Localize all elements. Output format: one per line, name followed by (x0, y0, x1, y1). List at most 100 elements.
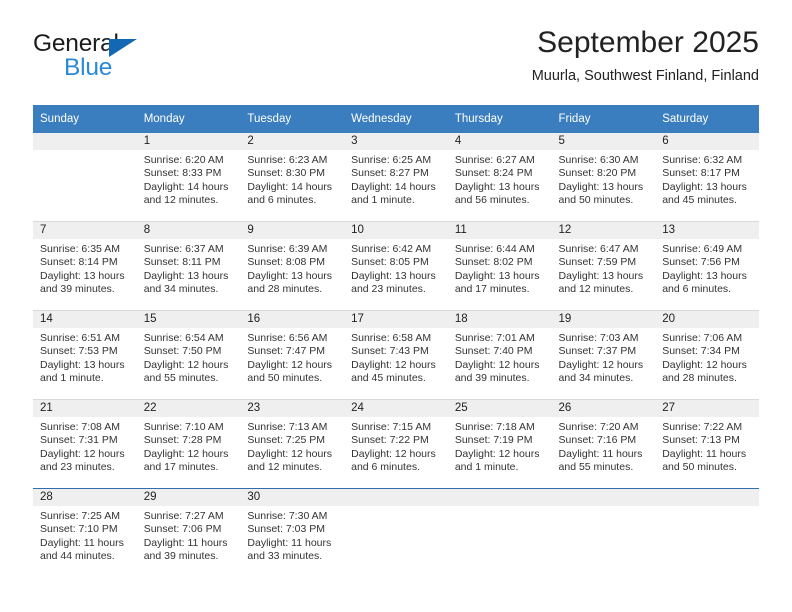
calendar-day-cell[interactable]: 30 Sunrise: 7:30 AM Sunset: 7:03 PM Dayligh… (240, 488, 345, 577)
calendar-day-cell[interactable]: 28 Sunrise: 7:25 AM Sunset: 7:10 PM Dayligh… (33, 488, 137, 577)
calendar-day-cell[interactable]: 23 Sunrise: 7:13 AM Sunset: 7:25 PM Dayligh… (240, 399, 345, 489)
calendar-day-cell[interactable]: 7 Sunrise: 6:35 AM Sunset: 8:14 PM Daylight… (33, 221, 137, 311)
calendar-day-cell[interactable]: 25 Sunrise: 7:18 AM Sunset: 7:19 PM Dayligh… (447, 399, 552, 489)
sunset-text: Sunset: 7:59 PM (558, 256, 637, 269)
day-cell-inner: 20 Sunrise: 7:06 AM Sunset: 7:34 PM Dayligh… (655, 311, 759, 399)
calendar-day-cell[interactable]: 15 Sunrise: 6:54 AM Sunset: 7:50 PM Dayligh… (136, 310, 241, 400)
calendar-day-cell[interactable]: 27 Sunrise: 7:22 AM Sunset: 7:13 PM Dayligh… (655, 399, 759, 489)
sunset-text: Sunset: 7:13 PM (662, 434, 740, 447)
day-number: 8 (136, 222, 241, 239)
daylight-text-line2: and 39 minutes. (40, 283, 115, 296)
sunrise-text: Sunrise: 6:25 AM (351, 154, 432, 166)
calendar-day-cell[interactable]: 26 Sunrise: 7:20 AM Sunset: 7:16 PM Dayligh… (551, 399, 656, 489)
day-cell-inner: 30 Sunrise: 7:30 AM Sunset: 7:03 PM Dayligh… (240, 489, 345, 577)
daylight-text-line2: and 28 minutes. (247, 283, 323, 296)
daylight-text-line1: Daylight: 12 hours (454, 447, 540, 460)
day-cell-inner (551, 489, 656, 577)
daylight-text-line1: Daylight: 12 hours (40, 447, 125, 460)
sunset-text: Sunset: 7:56 PM (662, 256, 740, 269)
calendar-day-cell[interactable]: 9 Sunrise: 6:39 AM Sunset: 8:08 PM Daylight… (240, 221, 345, 311)
day-details: Sunrise: 6:44 AM Sunset: 8:02 PM Daylight:… (448, 239, 552, 297)
day-details: Sunrise: 6:35 AM Sunset: 8:14 PM Daylight:… (33, 239, 137, 297)
day-cell-inner: 4 Sunrise: 6:27 AM Sunset: 8:24 PM Daylight… (447, 133, 552, 221)
day-details: Sunrise: 6:58 AM Sunset: 7:43 PM Daylight:… (344, 328, 448, 386)
calendar-day-cell[interactable]: 17 Sunrise: 6:58 AM Sunset: 7:43 PM Dayligh… (344, 310, 448, 400)
day-cell-inner: 6 Sunrise: 6:32 AM Sunset: 8:17 PM Daylight… (655, 133, 759, 221)
calendar-day-cell[interactable]: 19 Sunrise: 7:03 AM Sunset: 7:37 PM Dayligh… (551, 310, 656, 400)
sunrise-text: Sunrise: 7:27 AM (143, 510, 224, 522)
daylight-text-line2: and 44 minutes. (40, 550, 115, 563)
sunrise-text: Sunrise: 6:44 AM (454, 243, 535, 255)
day-details: Sunrise: 6:20 AM Sunset: 8:33 PM Daylight:… (137, 150, 241, 208)
daylight-text-line1: Daylight: 13 hours (454, 269, 540, 282)
calendar-day-cell[interactable]: 11 Sunrise: 6:44 AM Sunset: 8:02 PM Dayligh… (447, 221, 552, 311)
daylight-text-line2: and 34 minutes. (558, 372, 634, 385)
calendar-day-cell[interactable]: 1 Sunrise: 6:20 AM Sunset: 8:33 PM Daylight… (136, 133, 241, 222)
calendar-day-cell[interactable]: 16 Sunrise: 6:56 AM Sunset: 7:47 PM Dayligh… (240, 310, 345, 400)
sunrise-text: Sunrise: 6:37 AM (143, 243, 224, 255)
day-cell-inner (344, 489, 448, 577)
calendar-day-cell[interactable]: 2 Sunrise: 6:23 AM Sunset: 8:30 PM Daylight… (240, 133, 345, 222)
daylight-text-line1: Daylight: 12 hours (247, 447, 333, 460)
day-number: 9 (240, 222, 345, 239)
calendar-day-cell[interactable]: 12 Sunrise: 6:47 AM Sunset: 7:59 PM Dayligh… (551, 221, 656, 311)
sunset-text: Sunset: 7:47 PM (247, 345, 326, 358)
sunrise-text: Sunrise: 6:42 AM (351, 243, 432, 255)
weekday-header-sunday: Sunday (33, 105, 137, 133)
calendar-day-cell (344, 488, 448, 577)
day-number: 1 (136, 133, 241, 150)
daylight-text-line1: Daylight: 13 hours (662, 269, 747, 282)
day-details: Sunrise: 7:10 AM Sunset: 7:28 PM Daylight:… (137, 417, 241, 475)
day-cell-inner: 9 Sunrise: 6:39 AM Sunset: 8:08 PM Daylight… (240, 222, 345, 310)
daylight-text-line1: Daylight: 12 hours (143, 358, 229, 371)
calendar-day-cell[interactable]: 4 Sunrise: 6:27 AM Sunset: 8:24 PM Daylight… (447, 133, 552, 222)
day-number: 22 (136, 400, 241, 417)
sunrise-text: Sunrise: 6:51 AM (40, 332, 120, 344)
sunrise-text: Sunrise: 6:20 AM (143, 154, 224, 166)
calendar-day-cell[interactable]: 20 Sunrise: 7:06 AM Sunset: 7:34 PM Dayligh… (655, 310, 759, 400)
page-header: General Blue September 2025 Muurla, Sout… (33, 26, 759, 98)
day-details: Sunrise: 7:27 AM Sunset: 7:06 PM Daylight:… (137, 506, 241, 564)
daylight-text-line1: Daylight: 12 hours (143, 447, 229, 460)
calendar-day-cell[interactable]: 8 Sunrise: 6:37 AM Sunset: 8:11 PM Daylight… (136, 221, 241, 311)
daylight-text-line1: Daylight: 13 hours (662, 180, 747, 193)
day-cell-inner: 26 Sunrise: 7:20 AM Sunset: 7:16 PM Dayligh… (551, 400, 656, 488)
sunrise-text: Sunrise: 6:30 AM (558, 154, 639, 166)
day-details: Sunrise: 7:06 AM Sunset: 7:34 PM Daylight:… (655, 328, 759, 386)
daylight-text-line2: and 39 minutes. (454, 372, 530, 385)
calendar-day-cell[interactable]: 10 Sunrise: 6:42 AM Sunset: 8:05 PM Dayligh… (344, 221, 448, 311)
sunset-text: Sunset: 8:11 PM (143, 256, 221, 269)
calendar-day-cell[interactable]: 14 Sunrise: 6:51 AM Sunset: 7:53 PM Dayligh… (33, 310, 137, 400)
day-number: 20 (655, 311, 759, 328)
calendar-day-cell[interactable]: 6 Sunrise: 6:32 AM Sunset: 8:17 PM Daylight… (655, 133, 759, 222)
general-blue-logo[interactable]: General Blue (33, 31, 253, 92)
calendar-day-cell[interactable]: 3 Sunrise: 6:25 AM Sunset: 8:27 PM Daylight… (344, 133, 448, 222)
calendar-day-cell[interactable]: 5 Sunrise: 6:30 AM Sunset: 8:20 PM Daylight… (551, 133, 656, 222)
daylight-text-line1: Daylight: 13 hours (143, 269, 229, 282)
day-cell-inner: 1 Sunrise: 6:20 AM Sunset: 8:33 PM Daylight… (136, 133, 241, 221)
calendar-day-cell[interactable]: 22 Sunrise: 7:10 AM Sunset: 7:28 PM Dayligh… (136, 399, 241, 489)
calendar-day-cell[interactable]: 21 Sunrise: 7:08 AM Sunset: 7:31 PM Dayligh… (33, 399, 137, 489)
page-subtitle: Muurla, Southwest Finland, Finland (531, 68, 759, 84)
calendar-header-row: Sunday Monday Tuesday Wednesday Thursday… (33, 105, 759, 133)
day-details: Sunrise: 6:30 AM Sunset: 8:20 PM Daylight:… (552, 150, 656, 208)
day-number: 19 (551, 311, 656, 328)
sunset-text: Sunset: 7:31 PM (40, 434, 118, 447)
calendar-day-cell[interactable]: 18 Sunrise: 7:01 AM Sunset: 7:40 PM Dayligh… (447, 310, 552, 400)
day-details: Sunrise: 6:39 AM Sunset: 8:08 PM Daylight:… (240, 239, 344, 297)
calendar-day-cell[interactable]: 13 Sunrise: 6:49 AM Sunset: 7:56 PM Dayligh… (655, 221, 759, 311)
daylight-text-line1: Daylight: 13 hours (454, 180, 540, 193)
day-number: 28 (33, 489, 137, 506)
calendar-day-cell[interactable]: 24 Sunrise: 7:15 AM Sunset: 7:22 PM Dayligh… (344, 399, 448, 489)
sunset-text: Sunset: 8:02 PM (454, 256, 533, 269)
sunrise-text: Sunrise: 7:18 AM (454, 421, 535, 433)
sunrise-text: Sunrise: 6:32 AM (662, 154, 743, 166)
sunset-text: Sunset: 8:17 PM (662, 167, 740, 180)
day-number (344, 489, 448, 506)
day-details: Sunrise: 6:47 AM Sunset: 7:59 PM Daylight:… (552, 239, 656, 297)
daylight-text-line1: Daylight: 13 hours (558, 269, 644, 282)
daylight-text-line2: and 6 minutes. (662, 283, 732, 296)
calendar-day-cell[interactable]: 29 Sunrise: 7:27 AM Sunset: 7:06 PM Dayligh… (136, 488, 241, 577)
day-details: Sunrise: 6:32 AM Sunset: 8:17 PM Daylight:… (655, 150, 759, 208)
day-details: Sunrise: 6:56 AM Sunset: 7:47 PM Daylight:… (240, 328, 344, 386)
